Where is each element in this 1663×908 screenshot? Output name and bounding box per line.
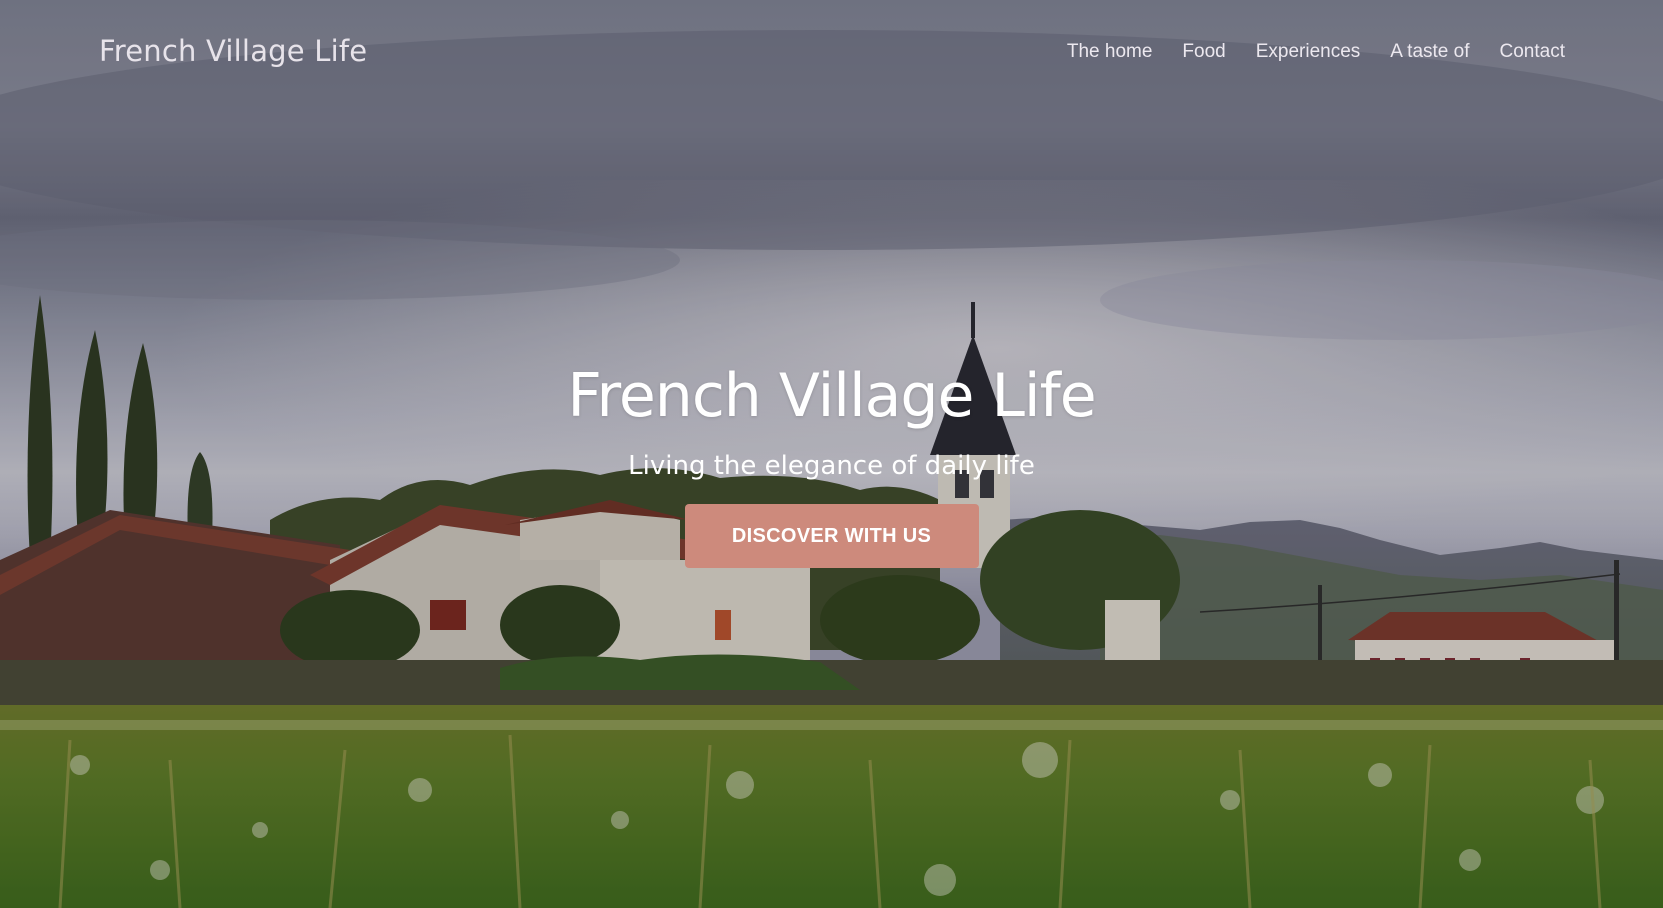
site-header: French Village Life The home Food Experi…	[0, 0, 1663, 110]
hero-subtitle: Living the elegance of daily life	[628, 451, 1035, 481]
brand-logo[interactable]: French Village Life	[99, 34, 367, 68]
hero-content: French Village Life Living the elegance …	[0, 356, 1663, 568]
discover-button[interactable]: DISCOVER WITH US	[684, 504, 979, 568]
hero-section: French Village Life The home Food Experi…	[0, 0, 1663, 908]
nav-item-a-taste-of[interactable]: A taste of	[1390, 41, 1469, 63]
nav-item-experiences[interactable]: Experiences	[1256, 41, 1361, 63]
nav-item-food[interactable]: Food	[1182, 41, 1225, 63]
nav-item-contact[interactable]: Contact	[1500, 41, 1565, 63]
main-nav: The home Food Experiences A taste of Con…	[1067, 41, 1565, 63]
hero-title: French Village Life	[567, 361, 1096, 431]
nav-item-the-home[interactable]: The home	[1067, 41, 1153, 63]
